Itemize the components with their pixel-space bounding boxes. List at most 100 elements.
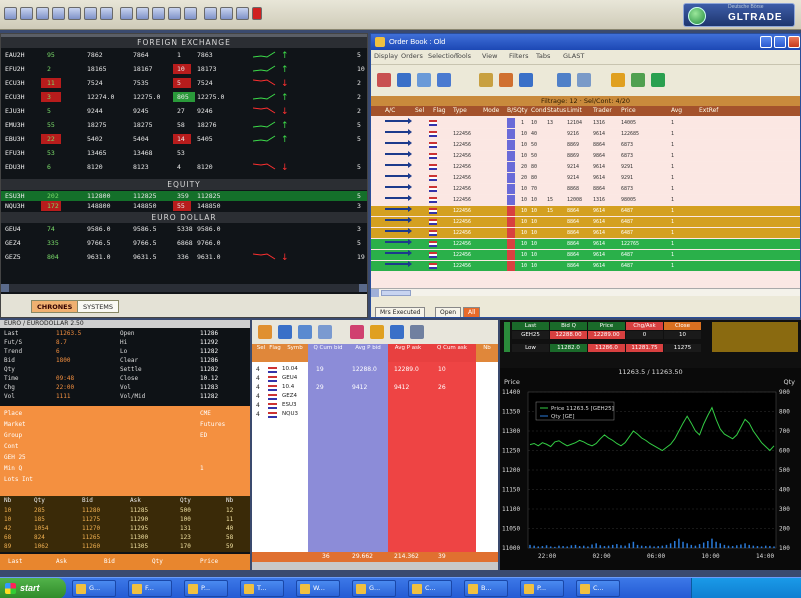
order-row[interactable]: 122456 20 80 9214 9614 9291 1 (371, 173, 800, 183)
col-ac[interactable]: A/C (385, 107, 395, 114)
print-icon[interactable] (84, 7, 97, 20)
filter-icon[interactable] (390, 325, 404, 339)
cancel-icon[interactable] (417, 73, 431, 87)
col-status[interactable]: Status (547, 107, 566, 114)
book-icon[interactable] (184, 7, 197, 20)
menu-view[interactable]: View (482, 52, 497, 60)
taskbar-button[interactable]: G... (72, 580, 116, 597)
col-cond[interactable]: Cond (531, 107, 546, 114)
tab-mrs-executed[interactable]: Mrs Executed (375, 307, 426, 317)
copy-icon[interactable] (68, 7, 81, 20)
fx-row[interactable]: EMU3H 55 18275 18275 58 18276 5 ↑ (1, 120, 367, 130)
lock-icon[interactable] (370, 325, 384, 339)
col-trader[interactable]: Trader (593, 107, 612, 114)
fx-row[interactable]: EJU3H 5 9244 9245 27 9246 2 ↓ (1, 106, 367, 116)
eurodollar-row[interactable]: GEZ4 335 9766.5 9766.5 6868 9766.0 5 (1, 238, 367, 248)
list-icon[interactable] (318, 325, 332, 339)
col-type[interactable]: Type (453, 107, 467, 114)
taskbar-button[interactable]: C... (408, 580, 452, 597)
taskbar-button[interactable]: C... (576, 580, 620, 597)
tab-open[interactable]: Open (435, 307, 462, 317)
new-order-icon[interactable] (377, 73, 391, 87)
menu-filters[interactable]: Filters (509, 52, 528, 60)
print-icon[interactable] (577, 73, 591, 87)
fx-row[interactable]: EDU3H 6 8120 8123 4 8120 5 ↓ (1, 162, 367, 172)
refresh-icon[interactable] (631, 73, 645, 87)
maximize-button[interactable] (774, 36, 786, 48)
start-button[interactable]: start (0, 578, 66, 598)
order-row[interactable]: 122456 10 10 8864 9614 6487 1 (371, 261, 800, 271)
taskbar-button[interactable]: P... (184, 580, 228, 597)
equity-row[interactable]: ESU3H 202 112800 112825 359 112825 5 (1, 191, 367, 201)
fx-row[interactable]: EBU3H 22 5402 5404 14 5405 5 ↑ (1, 134, 367, 144)
col-q-cum-bid[interactable]: Q Cum bid (308, 344, 348, 362)
col-avg-p-bid[interactable]: Avg P bid (348, 344, 388, 362)
minimize-button[interactable] (760, 36, 772, 48)
order-row[interactable]: 122456 10 10 8864 9614 6487 1 (371, 228, 800, 238)
order-row[interactable]: 122456 10 40 9216 9614 122685 1 (371, 129, 800, 139)
search-icon[interactable] (611, 73, 625, 87)
col-avg-p-ask[interactable]: Avg P ask (388, 344, 428, 362)
horizontal-scrollbar[interactable] (371, 288, 800, 297)
zoom-in-icon[interactable] (4, 7, 17, 20)
order-row[interactable]: 1 10 13 12104 1316 14005 1 (371, 118, 800, 128)
col-sel[interactable]: Sel (415, 107, 424, 114)
order-row[interactable]: 122456 10 10 15 12008 1316 98005 1 (371, 195, 800, 205)
green-circle-icon[interactable] (651, 73, 665, 87)
col-flag[interactable]: Flag (433, 107, 446, 114)
sort-icon[interactable] (519, 73, 533, 87)
filter-icon[interactable] (120, 7, 133, 20)
grid-icon[interactable] (298, 325, 312, 339)
pin-icon[interactable] (252, 7, 262, 20)
order-row[interactable]: 122456 10 10 8864 9614 6487 1 (371, 217, 800, 227)
zoom-out-icon[interactable] (36, 7, 49, 20)
fx-row[interactable]: ECU3H 3 12274.0 12275.0 805 12275.0 2 ↑ (1, 92, 367, 102)
settings-icon[interactable] (410, 325, 424, 339)
menu-tabs[interactable]: Tabs (536, 52, 550, 60)
menu-tools[interactable]: Tools (455, 52, 471, 60)
menu-selection[interactable]: Selection (428, 52, 458, 60)
zoom-in-icon[interactable] (20, 7, 33, 20)
equity-row[interactable]: NQU3H 172 148800 148850 55 148850 3 (1, 201, 367, 211)
settings-icon[interactable] (220, 7, 233, 20)
eurodollar-row[interactable]: GEZ5 804 9631.0 9631.5 336 9631.0 19 ↓ (1, 252, 367, 262)
menu-orders[interactable]: Orders (401, 52, 423, 60)
order-row[interactable]: 122456 10 50 8869 9864 6873 1 (371, 151, 800, 161)
tools-icon[interactable] (236, 7, 249, 20)
taskbar-button[interactable]: F... (128, 580, 172, 597)
col-symb[interactable]: Symb (282, 344, 308, 362)
export-icon[interactable] (152, 7, 165, 20)
order-row[interactable]: 122456 10 10 8864 9614 6487 1 (371, 250, 800, 260)
tab-chrones[interactable]: CHRONES (31, 300, 79, 313)
menu-display[interactable]: Display (374, 52, 398, 60)
order-row[interactable]: 122456 10 70 8868 8864 6873 1 (371, 184, 800, 194)
eurodollar-row[interactable]: GEU4 74 9586.0 9586.5 5338 9586.0 3 (1, 224, 367, 234)
horizontal-scrollbar[interactable] (1, 284, 367, 292)
col-sel[interactable]: Sel (254, 344, 268, 362)
order-row[interactable]: 122456 10 50 8869 8864 6873 1 (371, 140, 800, 150)
grid-icon[interactable] (437, 73, 451, 87)
col-q-cum-ask[interactable]: Q Cum ask (428, 344, 476, 362)
grid-icon[interactable] (100, 7, 113, 20)
fx-row[interactable]: EAU2H 95 7862 7864 1 7863 5 ↑ (1, 50, 367, 60)
close-button[interactable] (788, 36, 800, 48)
taskbar-button[interactable]: T... (240, 580, 284, 597)
search-icon[interactable] (499, 73, 513, 87)
taskbar-button[interactable]: P... (520, 580, 564, 597)
refresh-icon[interactable] (136, 7, 149, 20)
menu-glast[interactable]: GLAST (563, 52, 584, 60)
taskbar-button[interactable]: B... (464, 580, 508, 597)
col-qty[interactable]: Qty (517, 107, 528, 114)
chart-icon[interactable] (168, 7, 181, 20)
modify-icon[interactable] (397, 73, 411, 87)
col-flag[interactable]: Flag (268, 344, 282, 362)
fx-row[interactable]: ECU3H 11 7524 7535 5 7524 2 ↓ (1, 78, 367, 88)
tab-systems[interactable]: SYSTEMS (77, 300, 120, 313)
fx-row[interactable]: EFU2H 2 18165 18167 10 18173 10 ↑ (1, 64, 367, 74)
col-mode[interactable]: Mode (483, 107, 499, 114)
taskbar-button[interactable]: G... (352, 580, 396, 597)
col-limit[interactable]: Limit (567, 107, 582, 114)
pen-icon[interactable] (350, 325, 364, 339)
refresh-icon[interactable] (278, 325, 292, 339)
fx-row[interactable]: EFU3H 53 13465 13468 53 (1, 148, 367, 158)
